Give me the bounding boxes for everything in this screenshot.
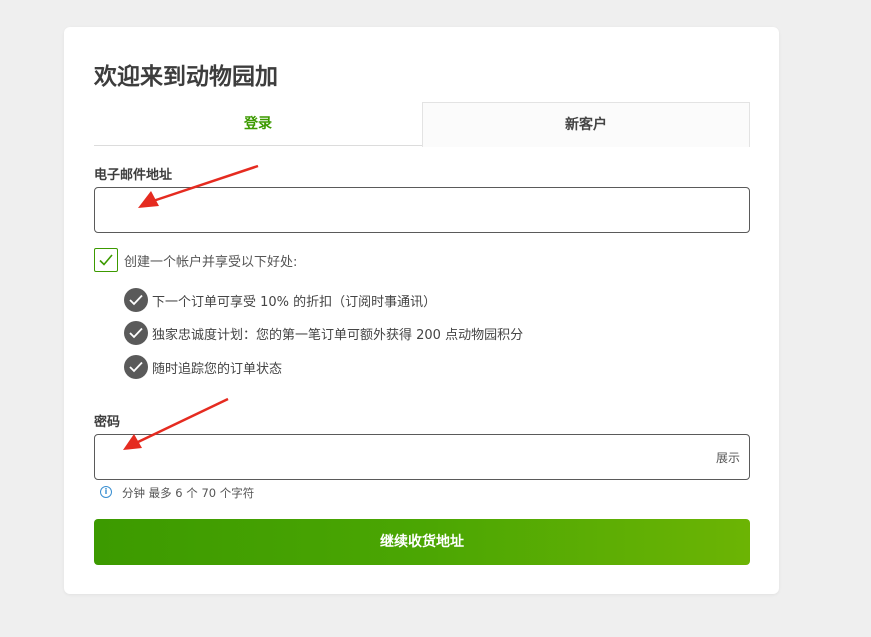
page-title: 欢迎来到动物园加: [94, 64, 278, 90]
email-field[interactable]: [94, 187, 750, 233]
password-input[interactable]: [95, 435, 699, 479]
create-account-checkbox[interactable]: [94, 248, 118, 272]
password-field[interactable]: 展示: [94, 434, 750, 480]
info-icon: i: [100, 486, 112, 498]
create-account-label: 创建一个帐户并享受以下好处:: [124, 255, 298, 270]
tab-new-customer[interactable]: 新客户: [422, 102, 750, 147]
check-circle-icon: [124, 321, 148, 345]
benefit-text: 独家忠诚度计划：您的第一笔订单可额外获得 200 点动物园积分: [152, 328, 524, 343]
checkmark-icon: [99, 254, 113, 266]
login-card: 欢迎来到动物园加 登录 新客户 电子邮件地址 创建一个帐户并享受以下好处: 下一…: [64, 27, 779, 594]
password-hint-text: 分钟 最多 6 个 70 个字符: [122, 486, 255, 500]
email-label: 电子邮件地址: [94, 168, 173, 183]
benefit-text: 下一个订单可享受 10% 的折扣（订阅时事通讯）: [152, 295, 437, 310]
check-circle-icon: [124, 288, 148, 312]
tab-login[interactable]: 登录: [94, 102, 422, 146]
password-label: 密码: [94, 415, 121, 430]
show-password-button[interactable]: 展示: [716, 449, 740, 466]
email-input[interactable]: [95, 188, 699, 232]
benefit-text: 随时追踪您的订单状态: [152, 362, 283, 377]
continue-to-shipping-button[interactable]: 继续收货地址: [94, 519, 750, 565]
account-tabs: 登录 新客户: [94, 102, 750, 147]
check-circle-icon: [124, 355, 148, 379]
